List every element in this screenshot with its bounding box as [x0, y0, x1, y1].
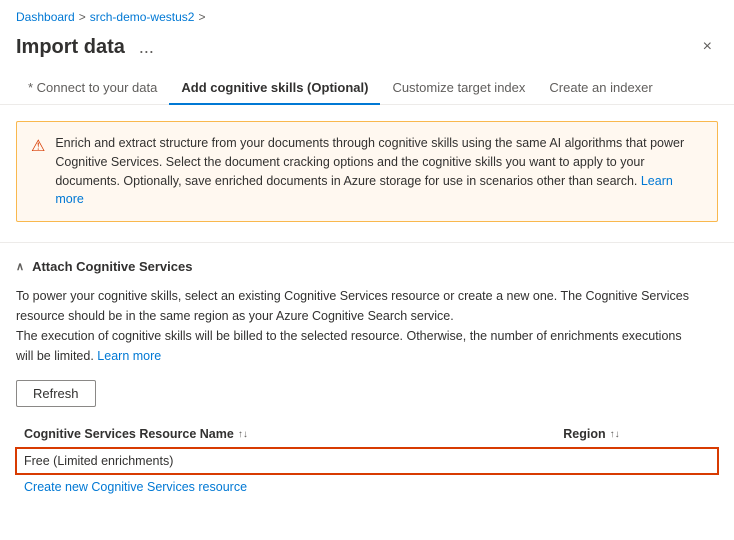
col-header-name: Cognitive Services Resource Name ↑↓: [16, 421, 555, 448]
breadcrumb-resource[interactable]: srch-demo-westus2: [90, 10, 195, 24]
breadcrumb: Dashboard > srch-demo-westus2 >: [0, 0, 734, 30]
close-button[interactable]: ×: [697, 34, 718, 60]
section-learn-more-link[interactable]: Learn more: [97, 349, 161, 363]
tab-index[interactable]: Customize target index: [380, 72, 537, 105]
tabs-container: * Connect to your data Add cognitive ski…: [0, 72, 734, 105]
cognitive-services-table: Cognitive Services Resource Name ↑↓ Regi…: [16, 421, 718, 474]
warning-banner: ⚠ Enrich and extract structure from your…: [16, 121, 718, 222]
ellipsis-button[interactable]: ...: [133, 35, 160, 60]
tab-indexer[interactable]: Create an indexer: [537, 72, 664, 105]
breadcrumb-dashboard[interactable]: Dashboard: [16, 10, 75, 24]
page-title: Import data: [16, 36, 125, 59]
tab-cognitive[interactable]: Add cognitive skills (Optional): [169, 72, 380, 105]
section-header: ∧ Attach Cognitive Services: [16, 259, 718, 274]
table-row[interactable]: Free (Limited enrichments): [16, 448, 718, 475]
refresh-button[interactable]: Refresh: [16, 380, 96, 407]
warning-text: Enrich and extract structure from your d…: [55, 134, 703, 209]
section-description: To power your cognitive skills, select a…: [16, 286, 696, 366]
col-header-region: Region ↑↓: [555, 421, 718, 448]
sort-icon-region[interactable]: ↑↓: [610, 429, 620, 440]
content-area: ⚠ Enrich and extract structure from your…: [0, 105, 734, 510]
cell-region: [555, 448, 718, 475]
tab-connect[interactable]: * Connect to your data: [16, 72, 169, 105]
page-header: Import data ... ×: [0, 30, 734, 72]
table-header-row: Cognitive Services Resource Name ↑↓ Regi…: [16, 421, 718, 448]
cell-resource-name: Free (Limited enrichments): [16, 448, 555, 475]
chevron-icon[interactable]: ∧: [16, 260, 24, 273]
header-left: Import data ...: [16, 35, 160, 60]
warning-icon: ⚠: [31, 135, 45, 209]
breadcrumb-sep-2: >: [198, 10, 205, 24]
create-cognitive-service-link[interactable]: Create new Cognitive Services resource: [16, 480, 247, 494]
sort-icon-name[interactable]: ↑↓: [238, 429, 248, 440]
section-divider: [0, 242, 734, 243]
breadcrumb-sep-1: >: [79, 10, 86, 24]
section-title: Attach Cognitive Services: [32, 259, 192, 274]
